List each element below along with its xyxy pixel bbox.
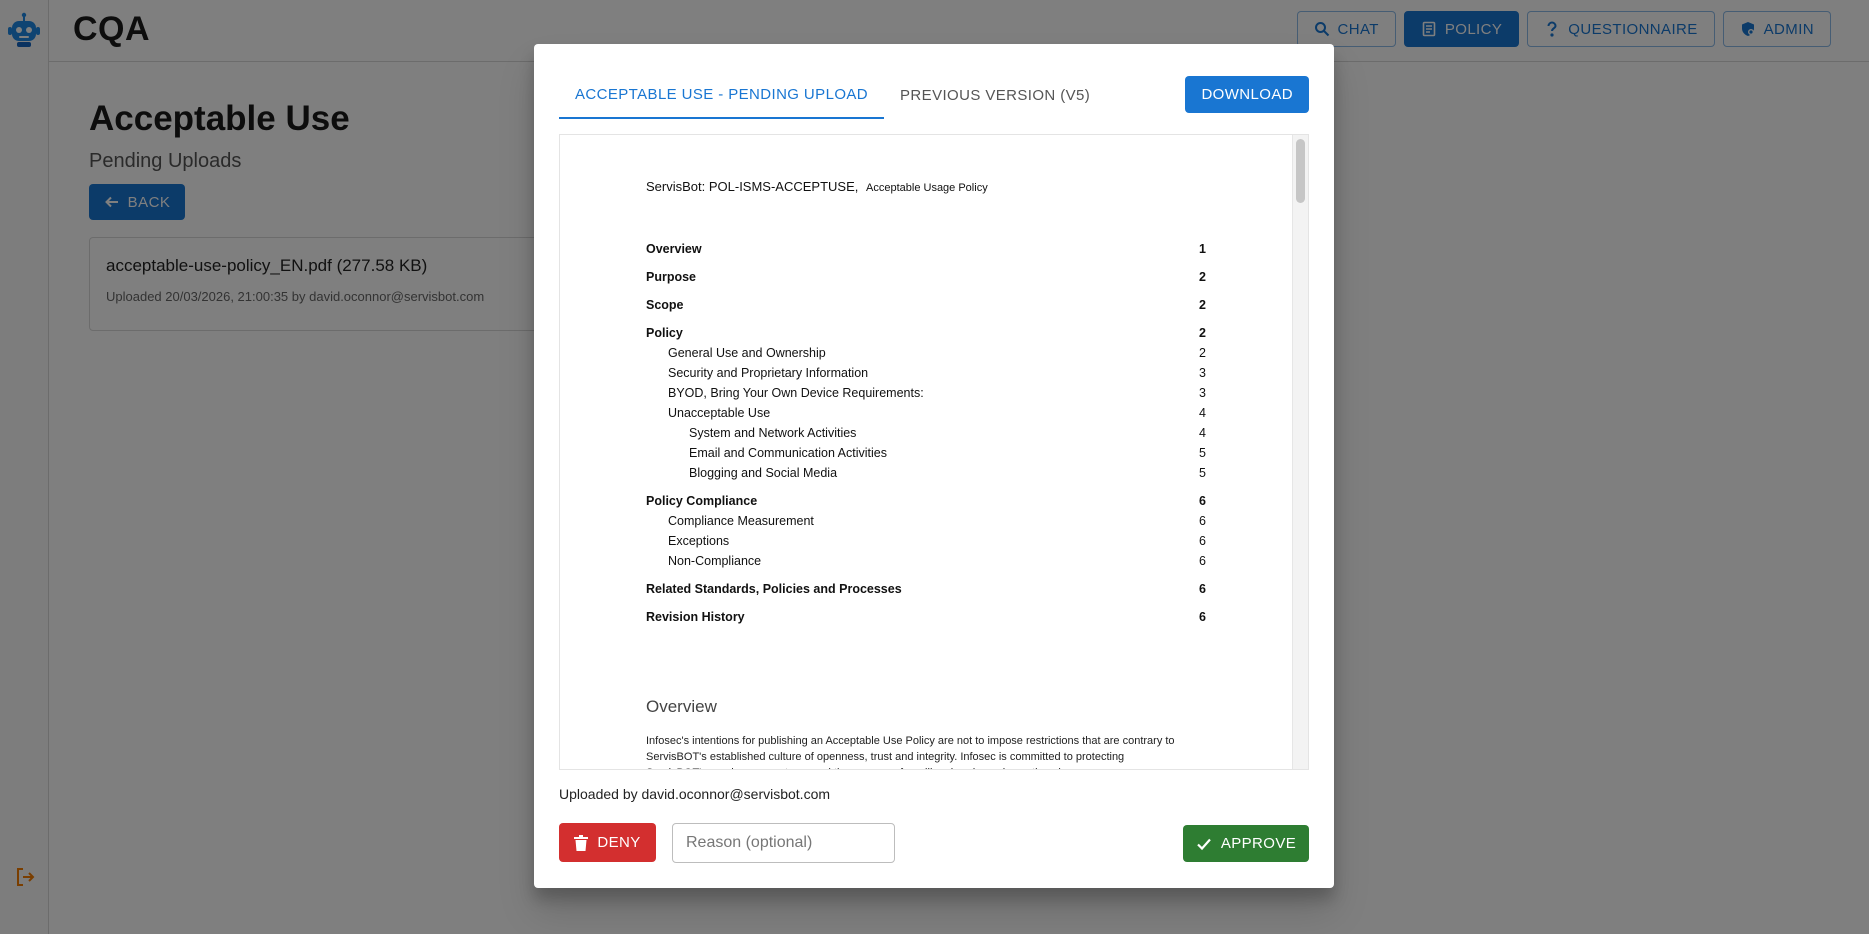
viewer-scrollbar[interactable] [1292,135,1308,769]
doc-header-sub: Acceptable Usage Policy [866,182,988,194]
download-button[interactable]: DOWNLOAD [1185,76,1309,113]
scrollbar-thumb[interactable] [1296,139,1305,203]
deny-button-label: DENY [597,834,641,851]
toc-entry: Unacceptable Use 4 [646,403,1206,423]
approve-button-label: APPROVE [1220,835,1297,852]
toc-entry: System and Network Activities 4 [646,423,1206,443]
toc-entry-title: Blogging and Social Media [689,466,838,480]
toc-entry-page: 3 [1199,386,1206,400]
toc-entry: Policy Compliance 6 [646,491,1206,511]
uploaded-by-text: Uploaded by david.oconnor@servisbot.com [559,786,831,802]
toc-entry-title: Security and Proprietary Information [668,366,869,380]
toc-entry-page: 6 [1199,494,1206,508]
toc-entry-title: Email and Communication Activities [689,446,887,460]
doc-header-main: ServisBot: POL-ISMS-ACCEPTUSE, [646,179,859,194]
toc-entry-title: Revision History [646,610,745,624]
toc-entry: Email and Communication Activities 5 [646,443,1206,463]
toc-entry-page: 6 [1199,514,1206,528]
toc-entry: Revision History 6 [646,607,1206,627]
checkmark-icon [1197,838,1211,850]
toc-entry: Policy 2 [646,323,1206,343]
toc-entry-title: System and Network Activities [689,426,857,440]
toc-entry: Scope 2 [646,295,1206,315]
toc-entry-page: 1 [1199,242,1206,256]
toc-entry-title: Related Standards, Policies and Processe… [646,582,902,596]
toc-entry-title: Unacceptable Use [668,406,771,420]
toc-entry-title: Purpose [646,270,697,284]
toc-entry: BYOD, Bring Your Own Device Requirements… [646,383,1206,403]
toc-entry-page: 6 [1199,610,1206,624]
toc-entry-title: Non-Compliance [668,554,762,568]
toc-entry-page: 4 [1199,406,1206,420]
trash-icon [574,834,589,851]
toc-entry: Purpose 2 [646,267,1206,287]
toc-entry-page: 5 [1199,466,1206,480]
toc-entry-page: 6 [1199,554,1206,568]
doc-header: ServisBot: POL-ISMS-ACCEPTUSE, Acceptabl… [646,179,1206,194]
toc-entry-page: 2 [1199,346,1206,360]
toc-entry-title: Policy Compliance [646,494,758,508]
toc-entry-title: Overview [646,242,702,256]
toc-entry: Compliance Measurement 6 [646,511,1206,531]
pdf-page: ServisBot: POL-ISMS-ACCEPTUSE, Acceptabl… [646,179,1206,769]
toc-entry-page: 4 [1199,426,1206,440]
toc-entry: Exceptions 6 [646,531,1206,551]
approve-button[interactable]: APPROVE [1183,825,1309,862]
toc-entry-page: 2 [1199,326,1206,340]
tab-pending-upload[interactable]: ACCEPTABLE USE - PENDING UPLOAD [559,71,885,119]
toc-entry: Non-Compliance 6 [646,551,1206,571]
pdf-viewer[interactable]: ServisBot: POL-ISMS-ACCEPTUSE, Acceptabl… [559,134,1309,770]
review-upload-dialog: ACCEPTABLE USE - PENDING UPLOAD PREVIOUS… [534,44,1334,888]
toc-entry: Related Standards, Policies and Processe… [646,579,1206,599]
toc-entry-title: General Use and Ownership [668,346,826,360]
doc-paragraph: Infosec's intentions for publishing an A… [646,735,1175,769]
toc-entry-page: 2 [1199,270,1206,284]
toc-entry-page: 2 [1199,298,1206,312]
toc-entry: Blogging and Social Media 5 [646,463,1206,483]
toc-entry-page: 6 [1199,534,1206,548]
toc-entry-title: BYOD, Bring Your Own Device Requirements… [668,386,924,400]
toc-entry-page: 6 [1199,582,1206,596]
toc-entry-title: Exceptions [668,534,730,548]
toc-entry-title: Policy [646,326,683,340]
toc-entry: Overview 1 [646,239,1206,259]
reason-input[interactable] [672,823,895,863]
tab-previous-version[interactable]: PREVIOUS VERSION (V5) [884,71,1106,119]
doc-section-title: Overview [646,697,717,716]
toc-entry-page: 3 [1199,366,1206,380]
toc-entry-page: 5 [1199,446,1206,460]
toc-entry: General Use and Ownership 2 [646,343,1206,363]
toc-entry: Security and Proprietary Information 3 [646,363,1206,383]
toc-entry-title: Compliance Measurement [668,514,814,528]
toc-entry-title: Scope [646,298,684,312]
deny-button[interactable]: DENY [559,823,656,862]
dialog-tabs: ACCEPTABLE USE - PENDING UPLOAD PREVIOUS… [559,71,1106,119]
table-of-contents: Overview 1 Purpose 2 Scope 2 Policy 2 General Us… [646,239,1206,627]
